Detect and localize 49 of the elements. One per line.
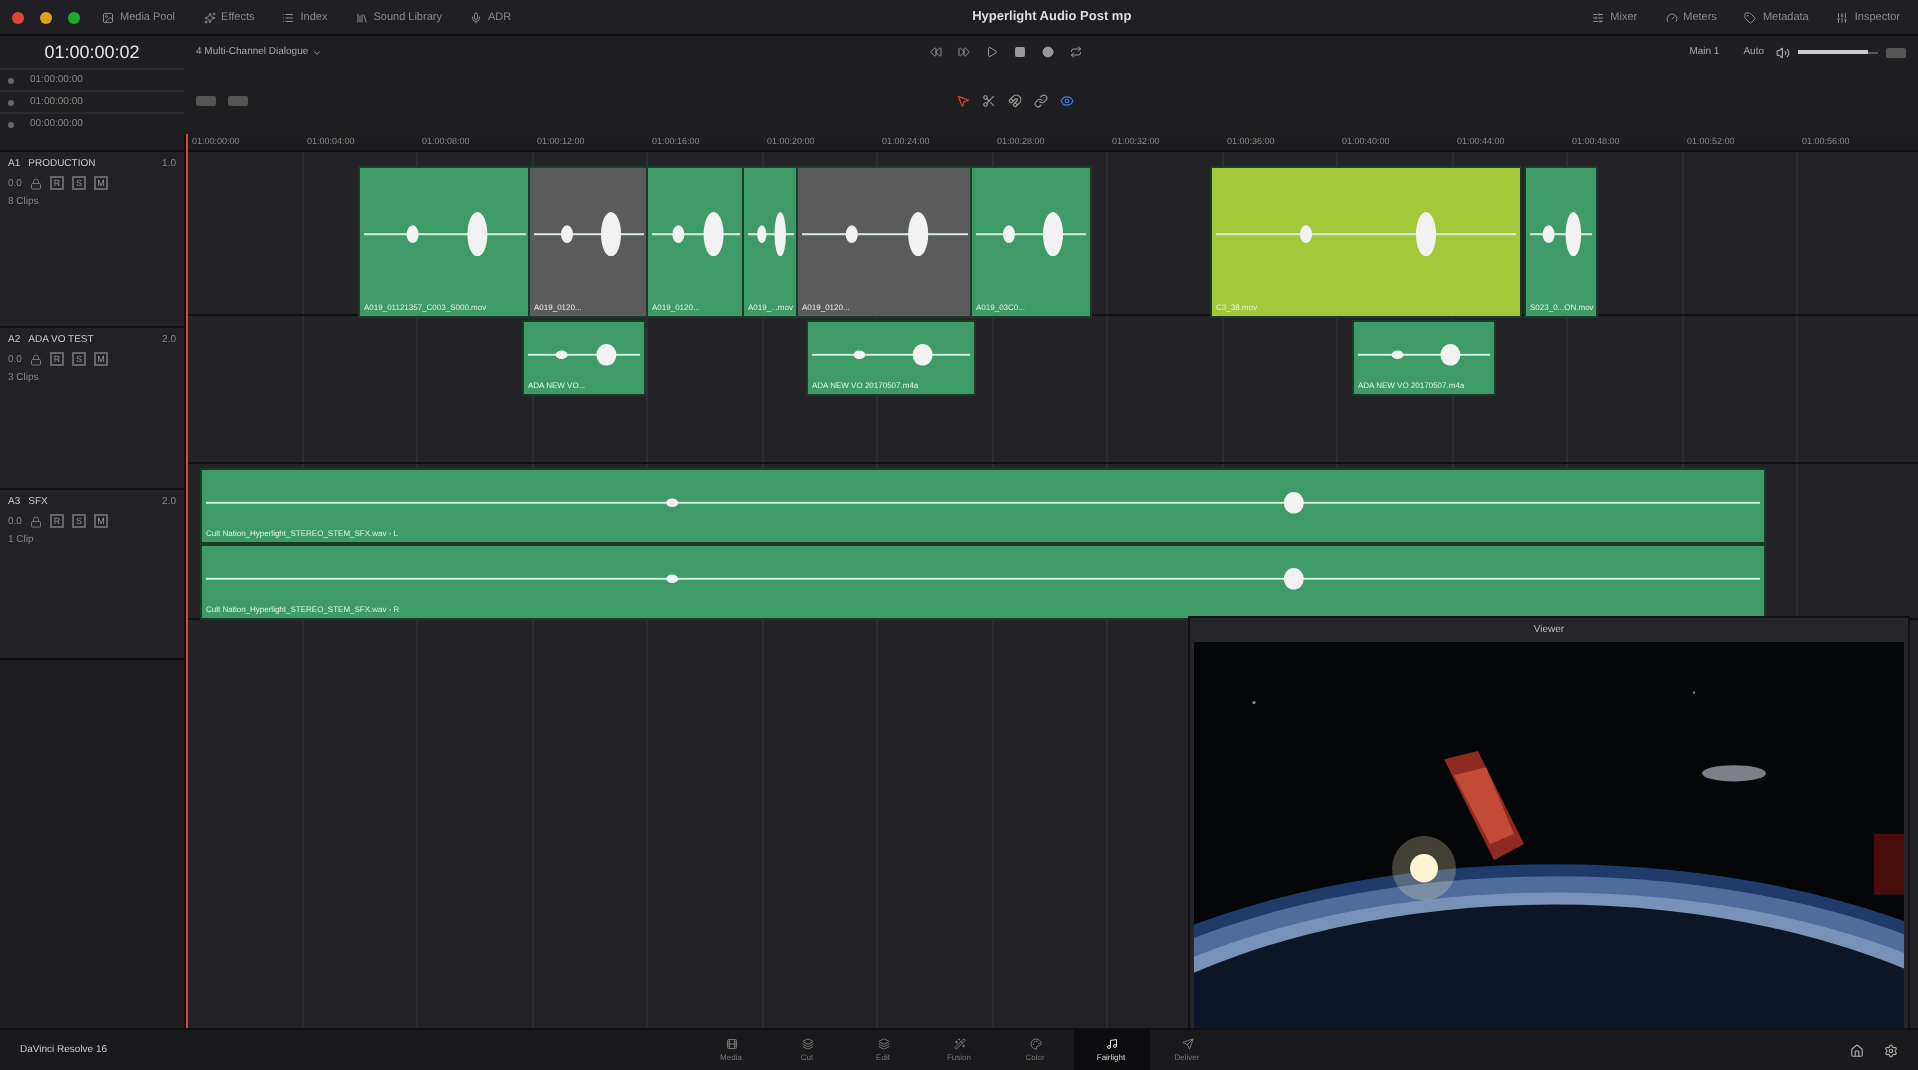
page-icon <box>1029 1038 1041 1050</box>
lock-icon[interactable] <box>29 177 42 189</box>
stop-icon[interactable] <box>1013 46 1026 58</box>
chevron-down-icon <box>312 47 323 57</box>
lock-icon[interactable] <box>29 353 42 365</box>
scissors-icon[interactable] <box>981 94 996 108</box>
page-icon <box>801 1038 813 1050</box>
close-button[interactable] <box>12 11 24 23</box>
waveform-drawing <box>1530 212 1592 257</box>
tab-icon <box>1665 11 1678 23</box>
settings-icon[interactable] <box>1884 1043 1898 1057</box>
waveform-drawing <box>652 212 740 257</box>
dot-icon <box>8 99 14 105</box>
home-icon[interactable] <box>1850 1043 1864 1057</box>
tab-icon <box>1836 11 1849 23</box>
waveform-drawing <box>1358 343 1490 366</box>
page-icon <box>1181 1038 1193 1050</box>
page-icon <box>877 1038 889 1050</box>
dot-icon <box>8 121 14 127</box>
fast-forward-icon[interactable] <box>957 46 970 58</box>
snap-icon[interactable] <box>1007 94 1022 108</box>
page-icon <box>953 1038 965 1050</box>
tab-icon <box>102 11 114 23</box>
loop-icon[interactable] <box>1069 46 1082 58</box>
rewind-icon[interactable] <box>929 46 942 58</box>
tab-icon <box>1592 11 1605 23</box>
waveform-drawing <box>534 212 644 257</box>
speaker-icon[interactable] <box>1776 45 1790 59</box>
pointer-icon[interactable] <box>955 94 970 108</box>
page-icon <box>725 1038 737 1050</box>
eye-icon[interactable] <box>1059 94 1074 108</box>
timecode-display: 01:00:00:02 <box>42 42 142 62</box>
tab-icon <box>469 11 482 23</box>
maximize-button[interactable] <box>68 11 80 23</box>
record-icon[interactable] <box>1041 46 1054 58</box>
link-icon[interactable] <box>1033 94 1048 108</box>
play-icon[interactable] <box>985 46 998 58</box>
minimize-button[interactable] <box>40 11 52 23</box>
waveform-drawing <box>528 343 640 366</box>
tab-icon <box>282 11 295 23</box>
tab-icon <box>1744 11 1757 23</box>
tab-icon <box>355 11 368 23</box>
meter-icon <box>1886 47 1906 57</box>
waveform-drawing <box>748 212 794 257</box>
waveform-drawing <box>976 212 1086 257</box>
page-icon <box>1105 1038 1117 1050</box>
tab-icon <box>203 11 216 23</box>
dot-icon <box>8 77 14 83</box>
lock-icon[interactable] <box>29 515 42 527</box>
